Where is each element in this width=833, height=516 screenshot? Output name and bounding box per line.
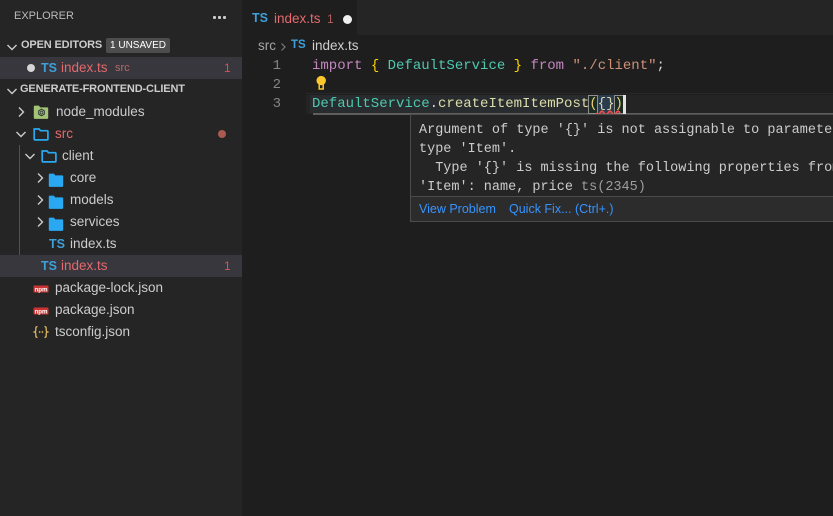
- svg-text:npm: npm: [34, 286, 48, 293]
- svg-text:npm: npm: [34, 308, 48, 315]
